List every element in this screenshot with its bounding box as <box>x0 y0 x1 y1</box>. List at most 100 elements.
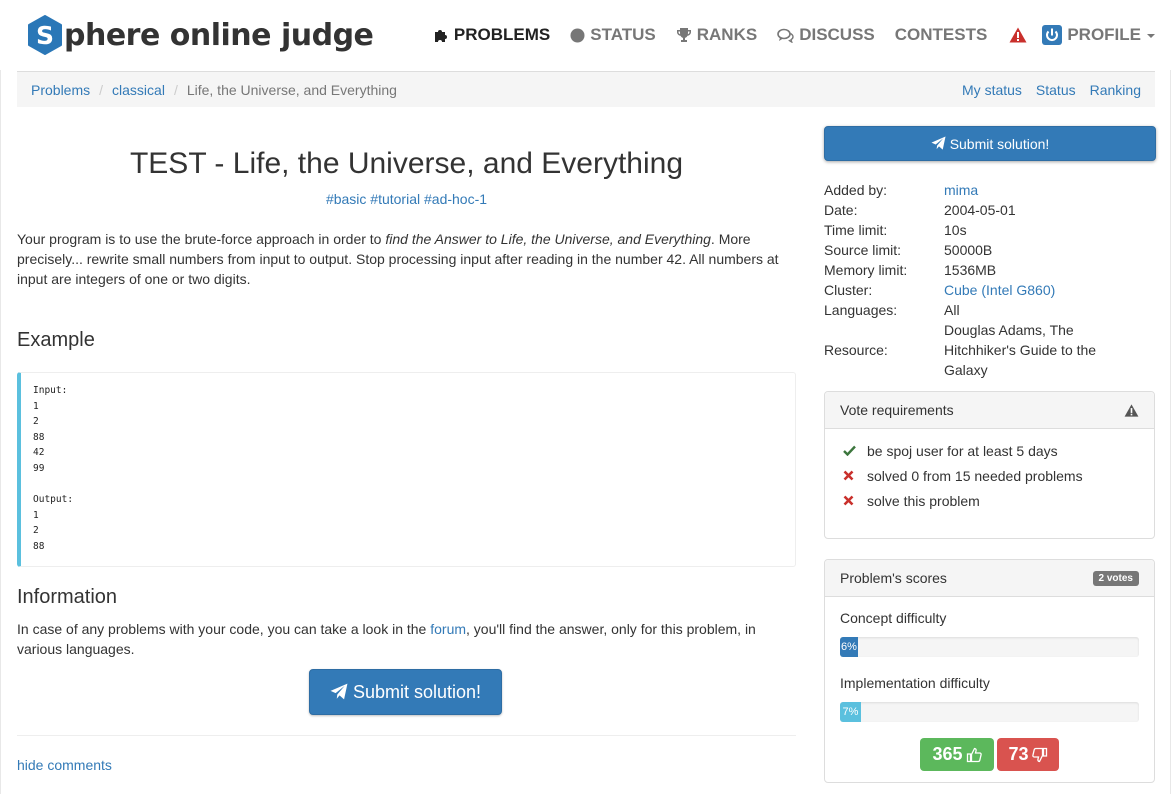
panel-heading: Vote requirements <box>825 392 1154 429</box>
meta-value: All <box>944 302 960 318</box>
divider <box>17 735 796 736</box>
meta-key: Cluster: <box>824 282 873 298</box>
tag-link[interactable]: #ad-hoc-1 <box>424 191 487 207</box>
information-text: In case of any problems with your code, … <box>17 619 796 659</box>
logo-text: phere online judge <box>64 17 374 53</box>
check-icon <box>843 445 867 456</box>
author-link[interactable]: mima <box>944 182 978 198</box>
meta-row: Languages: All <box>824 300 1156 320</box>
thumbs-down-icon <box>1031 747 1047 762</box>
link-ranking[interactable]: Ranking <box>1090 82 1141 98</box>
submit-solution-side-button[interactable]: Submit solution! <box>824 126 1156 161</box>
hide-comments-link[interactable]: hide comments <box>17 757 112 773</box>
list-item: solved 0 from 15 needed problems <box>843 463 1139 488</box>
nav-ranks-label: RANKS <box>696 25 758 44</box>
problem-description: Your program is to use the brute-force a… <box>17 229 796 289</box>
meta-row: Date: 2004-05-01 <box>824 200 1156 220</box>
cluster-link[interactable]: Cube (Intel G860) <box>944 282 1055 298</box>
circle-icon <box>570 28 585 43</box>
panel-heading: Problem's scores 2 votes <box>825 560 1154 597</box>
concept-difficulty-label: Concept difficulty <box>840 610 947 626</box>
logo-badge-letter: S <box>36 21 54 50</box>
chevron-down-icon <box>1147 34 1155 38</box>
site-header: S phere online judge PROBLEMS STATUS RAN… <box>0 0 1173 70</box>
nav-profile-label: PROFILE <box>1067 25 1141 44</box>
warning-icon <box>1009 27 1027 43</box>
nav-discuss[interactable]: DISCUSS <box>777 24 875 46</box>
forum-link[interactable]: forum <box>430 621 466 637</box>
concept-difficulty-fill: 6% <box>840 637 858 657</box>
meta-row: Cluster: Cube (Intel G860) <box>824 280 1156 300</box>
problem-meta: Added by: mima Date: 2004-05-01 Time lim… <box>824 180 1156 380</box>
cross-icon <box>843 495 867 506</box>
votes-badge: 2 votes <box>1092 570 1139 586</box>
meta-value: 50000B <box>944 242 993 258</box>
meta-value: 10s <box>944 222 967 238</box>
warning-icon <box>1124 403 1139 417</box>
meta-row: Memory limit: 1536MB <box>824 260 1156 280</box>
breadcrumb: Problems / classical / Life, the Univers… <box>17 71 1155 107</box>
info-text: In case of any problems with your code, … <box>17 621 431 637</box>
breadcrumb-separator: / <box>173 81 178 98</box>
concept-difficulty-bar: 6% <box>840 637 1139 657</box>
meta-value: 2004-05-01 <box>944 202 1016 218</box>
submit-side-label: Submit solution! <box>949 135 1050 152</box>
requirement-text: solved 0 from 15 needed problems <box>867 467 1083 484</box>
submit-solution-button[interactable]: Submit solution! <box>309 669 502 715</box>
nav-contests-label: CONTESTS <box>894 25 988 44</box>
list-item: be spoj user for at least 5 days <box>843 438 1139 463</box>
meta-key: Source limit: <box>824 242 902 258</box>
upvote-button[interactable]: 365 <box>920 738 994 771</box>
nav-profile[interactable]: PROFILE <box>1042 24 1155 46</box>
tag-link[interactable]: #basic <box>326 191 366 207</box>
breadcrumb-links: My status Status Ranking <box>948 82 1141 98</box>
nav-ranks[interactable]: RANKS <box>676 24 757 46</box>
site-logo[interactable]: S phere online judge <box>27 14 374 56</box>
meta-key: Date: <box>824 202 858 218</box>
problem-scores-panel: Problem's scores 2 votes Concept difficu… <box>824 559 1155 783</box>
frame-left <box>0 70 1 794</box>
vote-requirements-list: be spoj user for at least 5 days solved … <box>825 429 1154 513</box>
downvote-button[interactable]: 73 <box>997 738 1059 771</box>
example-heading: Example <box>17 329 95 351</box>
problem-scores-title: Problem's scores <box>840 570 947 586</box>
logo-hexagon-icon: S <box>27 15 63 55</box>
link-status[interactable]: Status <box>1036 82 1076 98</box>
puzzle-icon <box>433 27 449 43</box>
link-my-status[interactable]: My status <box>962 82 1022 98</box>
implementation-difficulty-fill: 7% <box>840 702 861 722</box>
submit-solution-label: Submit solution! <box>352 681 482 702</box>
nav-status-label: STATUS <box>590 25 656 44</box>
requirement-text: be spoj user for at least 5 days <box>867 442 1058 459</box>
paper-plane-icon <box>330 683 348 700</box>
meta-value: Douglas Adams, The Hitchhiker's Guide to… <box>944 322 1097 378</box>
nav-problems-label: PROBLEMS <box>453 25 551 44</box>
vote-requirements-title: Vote requirements <box>840 402 954 418</box>
nav-problems[interactable]: PROBLEMS <box>433 24 550 46</box>
list-item: solve this problem <box>843 488 1139 513</box>
breadcrumb-problems[interactable]: Problems <box>31 82 90 98</box>
vote-requirements-panel: Vote requirements be spoj user for at le… <box>824 391 1155 539</box>
tag-link[interactable]: #tutorial <box>370 191 420 207</box>
meta-key: Added by: <box>824 182 888 198</box>
meta-row: Source limit: 50000B <box>824 240 1156 260</box>
example-code-block: Input: 1 2 88 42 99 Output: 1 2 88 <box>17 372 796 567</box>
meta-row: Time limit: 10s <box>824 220 1156 240</box>
nav-discuss-label: DISCUSS <box>799 25 875 44</box>
main-nav: PROBLEMS STATUS RANKS DISCUSS CONTESTS P… <box>413 24 1155 46</box>
trophy-icon <box>676 27 692 43</box>
breadcrumb-separator: / <box>99 81 104 98</box>
meta-row: Resource: Douglas Adams, The Hitchhiker'… <box>824 320 1156 380</box>
meta-key: Memory limit: <box>824 262 908 278</box>
nav-status[interactable]: STATUS <box>570 24 656 46</box>
thumbs-up-icon <box>966 747 982 762</box>
implementation-difficulty-bar: 7% <box>840 702 1139 722</box>
implementation-difficulty-label: Implementation difficulty <box>840 675 990 691</box>
nav-contests[interactable]: CONTESTS <box>895 24 988 46</box>
upvote-count: 365 <box>932 744 963 764</box>
frame-right <box>1170 70 1171 794</box>
cross-icon <box>843 470 867 481</box>
meta-key: Resource: <box>824 342 888 358</box>
breadcrumb-classical[interactable]: classical <box>112 82 165 98</box>
nav-alert[interactable] <box>1009 24 1032 46</box>
